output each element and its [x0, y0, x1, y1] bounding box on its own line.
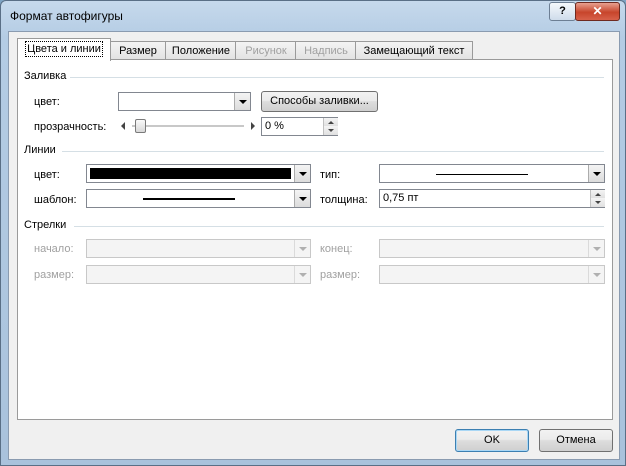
help-button[interactable]: ?: [549, 2, 576, 21]
line-type-label: тип:: [320, 169, 341, 181]
arrow-end-dropdown: [379, 239, 605, 258]
line-pattern-label: шаблон:: [34, 194, 77, 206]
line-type-sample: [436, 174, 528, 175]
dialog-title: Формат автофигуры: [10, 9, 123, 23]
spin-down-icon[interactable]: [323, 126, 338, 135]
chevron-down-icon: [294, 165, 310, 182]
title-bar[interactable]: Формат автофигуры ? ✕: [1, 1, 625, 31]
tab-alt-text[interactable]: Замещающий текст: [355, 41, 473, 60]
fill-color-dropdown[interactable]: [118, 92, 251, 111]
transparency-value: 0 %: [265, 120, 284, 132]
arrow-start-size-label: размер:: [34, 269, 75, 281]
spin-arrows: [590, 190, 605, 207]
lines-separator: [62, 151, 604, 152]
arrow-start-dropdown: [86, 239, 311, 258]
fill-color-label: цвет:: [34, 96, 60, 108]
line-type-dropdown[interactable]: [379, 164, 605, 183]
line-pattern-sample: [143, 198, 235, 200]
tab-panel-colors-and-lines: Заливка цвет: Способы заливки... прозрач…: [17, 59, 613, 420]
line-pattern-dropdown[interactable]: [86, 189, 311, 208]
close-button[interactable]: ✕: [575, 2, 620, 21]
arrow-right-icon[interactable]: [251, 122, 255, 130]
arrow-left-icon[interactable]: [121, 122, 125, 130]
slider-track: [132, 125, 244, 127]
tab-colors-and-lines[interactable]: Цвета и линии: [17, 38, 111, 61]
spin-down-icon[interactable]: [590, 198, 605, 207]
fill-effects-button[interactable]: Способы заливки...: [261, 91, 378, 112]
tab-text-box: Надпись: [295, 41, 357, 60]
arrow-start-label: начало:: [34, 243, 74, 255]
line-color-dropdown[interactable]: [86, 164, 311, 183]
transparency-label: прозрачность:: [34, 121, 107, 133]
chevron-down-icon: [588, 165, 604, 182]
fill-separator: [70, 77, 604, 78]
chevron-down-icon: [588, 266, 604, 283]
transparency-slider[interactable]: [118, 118, 258, 134]
lines-group-label: Линии: [24, 144, 56, 156]
arrow-end-size-label: размер:: [320, 269, 361, 281]
tab-picture: Рисунок: [235, 41, 297, 60]
arrow-start-size-dropdown: [86, 265, 311, 284]
fill-group-label: Заливка: [24, 70, 67, 82]
tab-size[interactable]: Размер: [109, 41, 167, 60]
chevron-down-icon: [234, 93, 250, 110]
chevron-down-icon: [294, 190, 310, 207]
arrows-group-label: Стрелки: [24, 219, 67, 231]
chevron-down-icon: [294, 240, 310, 257]
slider-thumb[interactable]: [135, 119, 146, 133]
arrow-end-label: конец:: [320, 243, 353, 255]
dialog-body: Цвета и линии Размер Положение Рисунок Н…: [8, 31, 620, 460]
chevron-down-icon: [294, 266, 310, 283]
arrows-separator: [74, 226, 604, 227]
line-color-swatch: [90, 168, 291, 179]
line-color-label: цвет:: [34, 169, 60, 181]
transparency-spinbox[interactable]: 0 %: [261, 117, 338, 136]
cancel-button[interactable]: Отмена: [539, 429, 613, 452]
line-weight-value: 0,75 пт: [383, 192, 419, 204]
spin-arrows: [323, 118, 338, 135]
line-weight-label: толщина:: [320, 194, 368, 206]
arrow-end-size-dropdown: [379, 265, 605, 284]
dialog-window: Формат автофигуры ? ✕ Цвета и линии Разм…: [0, 0, 626, 466]
chevron-down-icon: [588, 240, 604, 257]
ok-button[interactable]: OK: [455, 429, 529, 452]
line-weight-spinbox[interactable]: 0,75 пт: [379, 189, 605, 208]
tab-position[interactable]: Положение: [165, 41, 237, 60]
